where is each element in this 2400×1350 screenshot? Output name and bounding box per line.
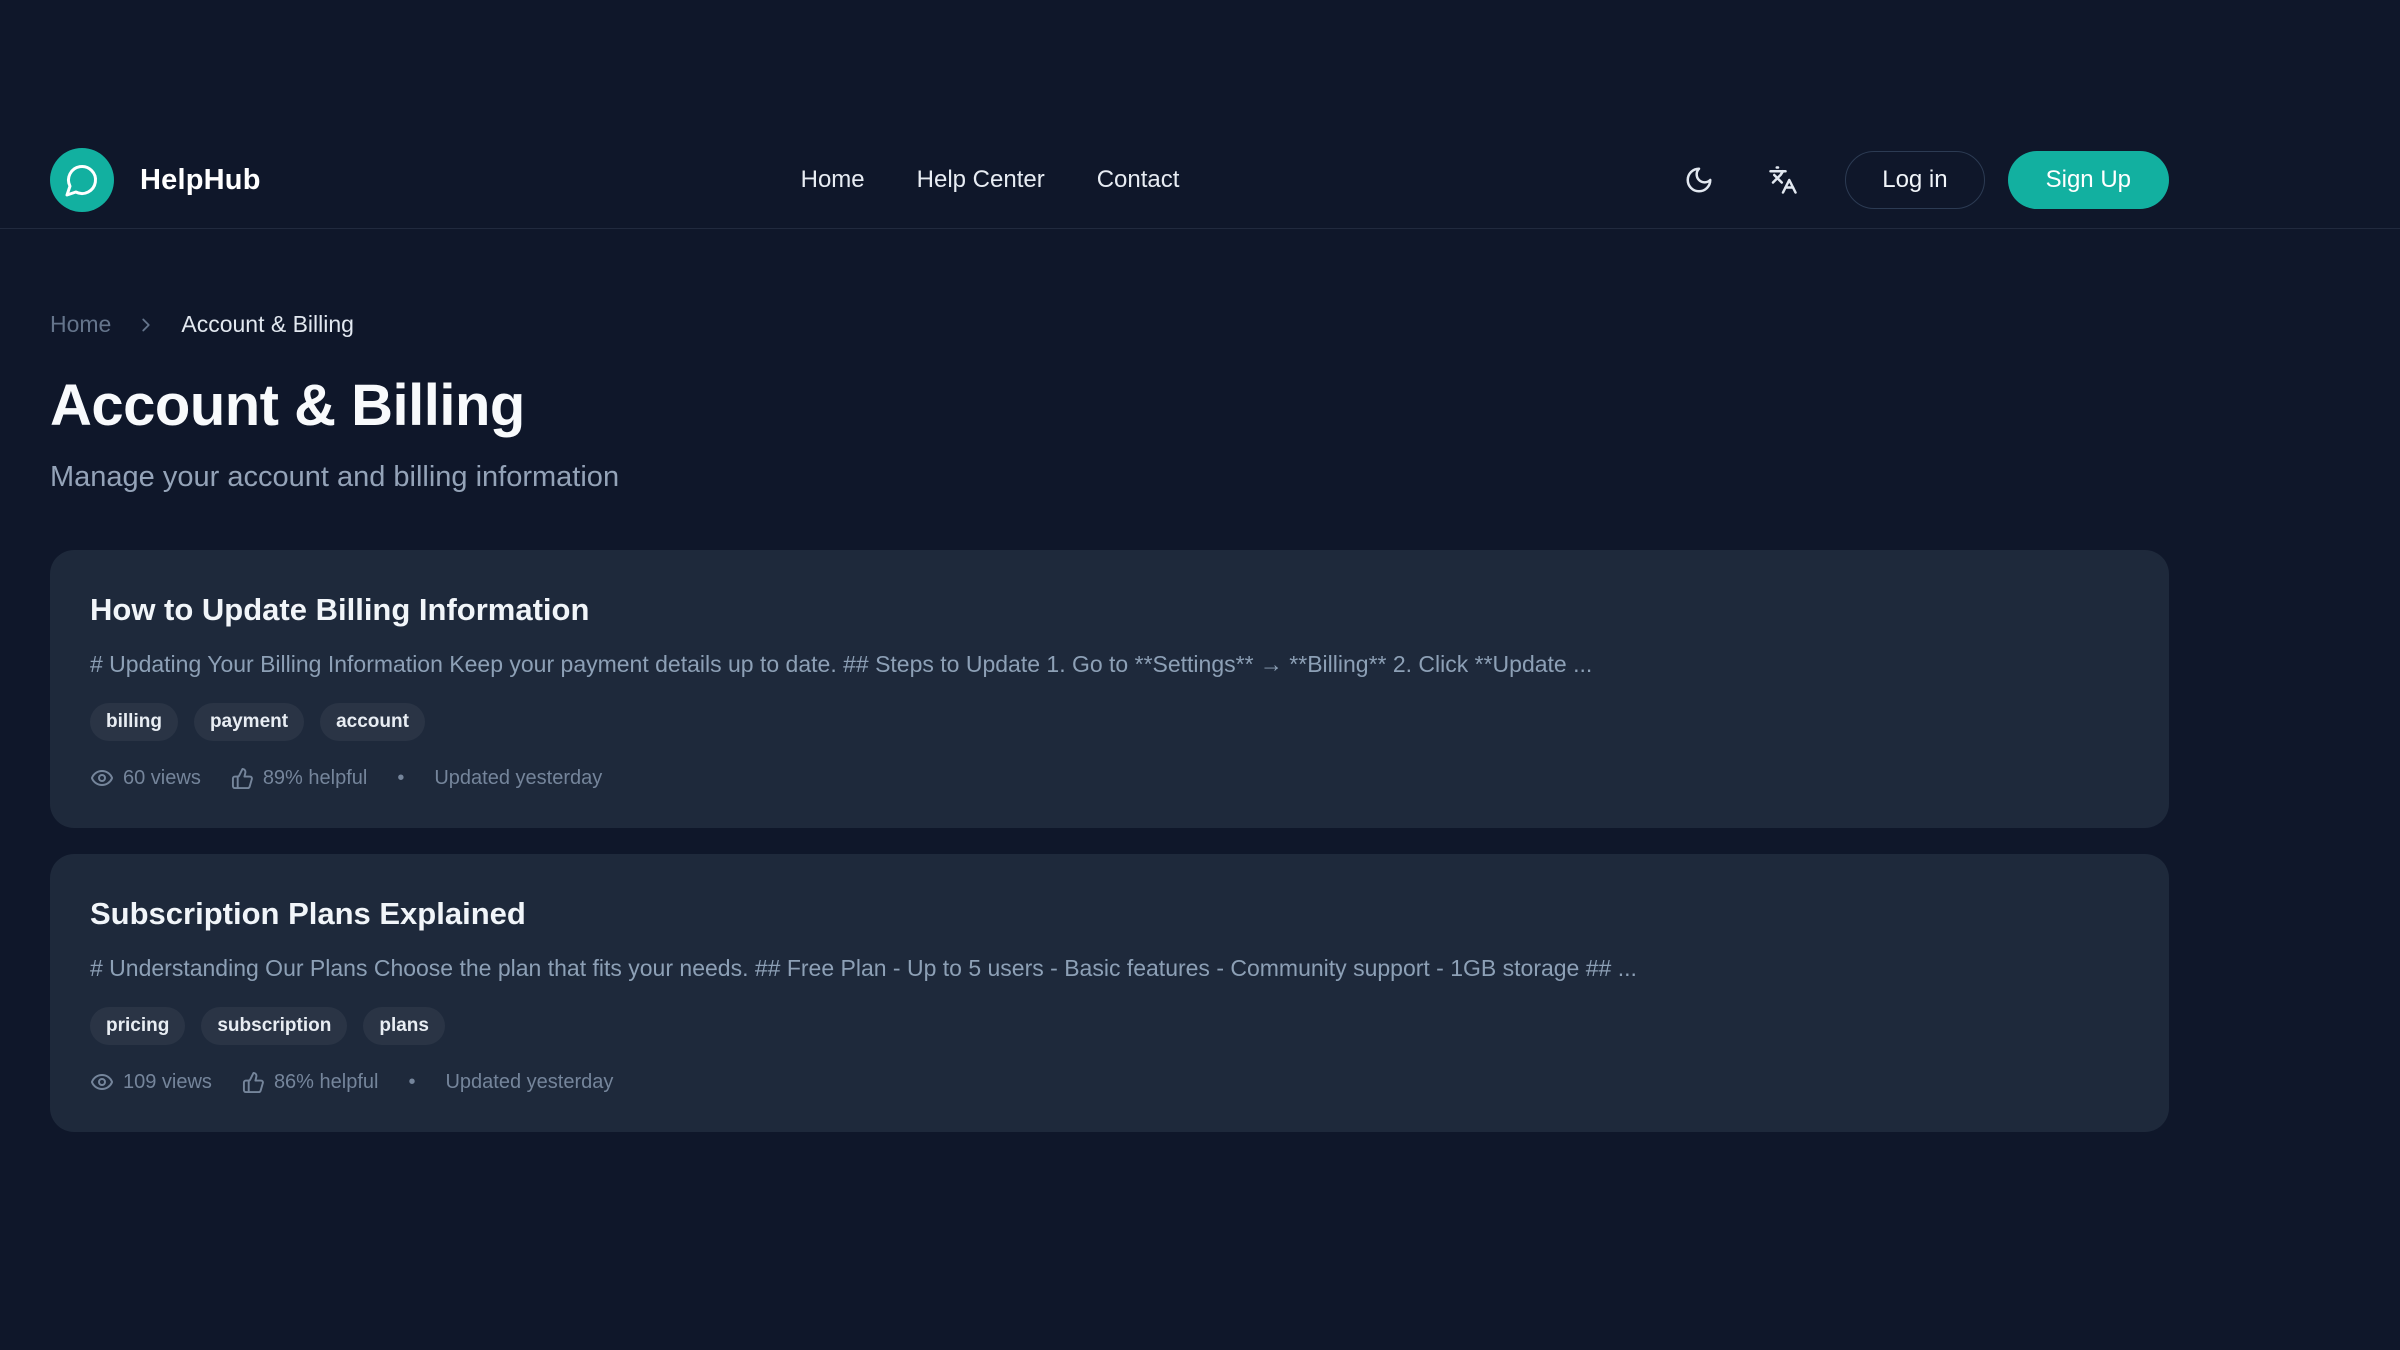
page-subtitle: Manage your account and billing informat… <box>50 461 2169 494</box>
nav-link-contact[interactable]: Contact <box>1097 166 1180 194</box>
breadcrumb-home-link[interactable]: Home <box>50 311 111 338</box>
thumbs-up-icon <box>231 767 254 790</box>
signup-button[interactable]: Sign Up <box>2008 151 2169 209</box>
tag-badge: account <box>320 703 425 741</box>
helpful-text: 89% helpful <box>263 767 368 790</box>
meta-separator: • <box>408 1071 415 1094</box>
breadcrumb: Home Account & Billing <box>50 311 2169 338</box>
chevron-right-icon <box>135 314 157 336</box>
article-tags: pricing subscription plans <box>90 1007 2129 1045</box>
updated-text: Updated yesterday <box>445 1071 613 1094</box>
views-stat: 109 views <box>90 1070 212 1094</box>
article-meta: 109 views 86% helpful • Updated yesterda… <box>90 1070 2129 1094</box>
article-title[interactable]: How to Update Billing Information <box>90 592 2129 628</box>
article-card-billing-info[interactable]: How to Update Billing Information # Upda… <box>50 550 2169 828</box>
language-button[interactable] <box>1761 158 1805 202</box>
tag-badge: pricing <box>90 1007 185 1045</box>
main-content: Home Account & Billing Account & Billing… <box>50 311 2169 1132</box>
views-text: 60 views <box>123 767 201 790</box>
breadcrumb-current: Account & Billing <box>181 311 354 338</box>
article-excerpt: # Updating Your Billing Information Keep… <box>90 651 2129 678</box>
article-list: How to Update Billing Information # Upda… <box>50 550 2169 1132</box>
article-excerpt: # Understanding Our Plans Choose the pla… <box>90 955 2129 982</box>
eye-icon <box>90 1070 114 1094</box>
tag-badge: subscription <box>201 1007 347 1045</box>
helpful-text: 86% helpful <box>274 1071 379 1094</box>
languages-icon <box>1768 165 1798 195</box>
views-text: 109 views <box>123 1071 212 1094</box>
helpful-stat: 86% helpful <box>242 1071 379 1094</box>
article-title[interactable]: Subscription Plans Explained <box>90 896 2129 932</box>
article-tags: billing payment account <box>90 703 2129 741</box>
tag-badge: plans <box>363 1007 445 1045</box>
thumbs-up-icon <box>242 1071 265 1094</box>
meta-separator: • <box>397 767 404 790</box>
eye-icon <box>90 766 114 790</box>
moon-icon <box>1684 165 1714 195</box>
brand-logo[interactable]: HelpHub <box>50 148 261 212</box>
article-meta: 60 views 89% helpful • Updated yesterday <box>90 766 2129 790</box>
brand-name: HelpHub <box>140 164 261 197</box>
tag-badge: billing <box>90 703 178 741</box>
tag-badge: payment <box>194 703 304 741</box>
top-navbar: HelpHub Home Help Center Contact <box>0 0 2400 229</box>
updated-text: Updated yesterday <box>434 767 602 790</box>
nav-link-home[interactable]: Home <box>801 166 865 194</box>
nav-link-help-center[interactable]: Help Center <box>917 166 1045 194</box>
helpful-stat: 89% helpful <box>231 767 368 790</box>
main-nav: Home Help Center Contact <box>801 166 1180 194</box>
views-stat: 60 views <box>90 766 201 790</box>
article-card-subscription-plans[interactable]: Subscription Plans Explained # Understan… <box>50 854 2169 1132</box>
message-circle-icon <box>50 148 114 212</box>
page-title: Account & Billing <box>50 372 2169 439</box>
theme-toggle-button[interactable] <box>1677 158 1721 202</box>
header-actions: Log in Sign Up <box>1677 151 2169 209</box>
login-button[interactable]: Log in <box>1845 151 1984 209</box>
